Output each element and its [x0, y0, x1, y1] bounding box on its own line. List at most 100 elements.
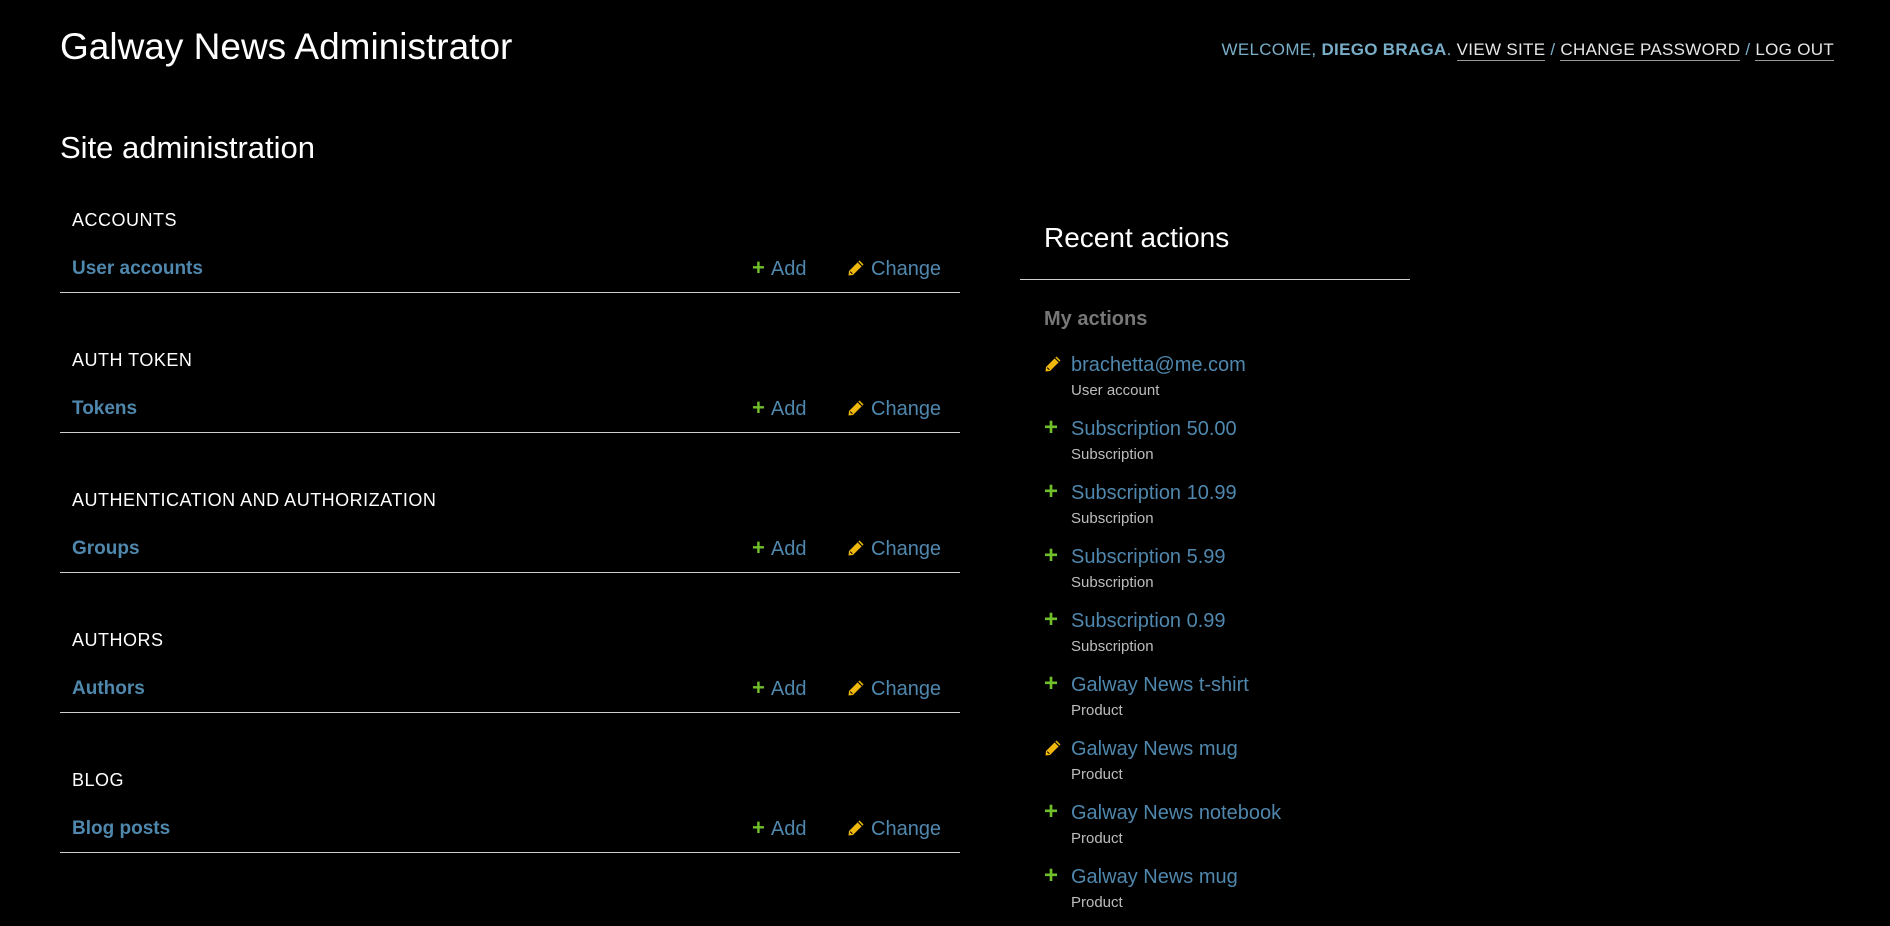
- plus-icon: +: [1044, 798, 1059, 825]
- action-content-type: Product: [1071, 766, 1123, 783]
- action-content-type: Product: [1071, 894, 1123, 911]
- module-caption[interactable]: ACCOUNTS: [72, 210, 177, 231]
- model-row: Tokens + Add Change: [60, 382, 960, 433]
- change-link[interactable]: Change: [847, 538, 941, 563]
- separator: /: [1745, 40, 1751, 59]
- separator: /: [1550, 40, 1556, 59]
- add-link[interactable]: + Add: [752, 535, 807, 561]
- action-link[interactable]: Galway News notebook: [1071, 802, 1281, 825]
- change-password-link[interactable]: CHANGE PASSWORD: [1560, 40, 1741, 61]
- action-item: + Galway News t-shirt Product: [1044, 670, 1404, 734]
- action-link[interactable]: Subscription 50.00: [1071, 418, 1237, 441]
- header: Galway News Administrator WELCOME, DIEGO…: [0, 0, 1890, 100]
- pencil-icon: [847, 679, 865, 703]
- change-label: Change: [871, 818, 942, 840]
- action-content-type: Product: [1071, 830, 1123, 847]
- app-module-list: ACCOUNTS User accounts + Add Change AUTH TOKE…: [60, 200, 960, 900]
- user-tools: WELCOME, DIEGO BRAGA. VIEW SITE / CHANGE…: [1221, 40, 1834, 61]
- action-content-type: Subscription: [1071, 574, 1154, 591]
- add-link[interactable]: + Add: [752, 255, 807, 281]
- action-list: brachetta@me.com User account + Subscriptio…: [1044, 350, 1404, 926]
- pencil-icon: [847, 819, 865, 843]
- plus-icon: +: [752, 395, 765, 420]
- model-row: Blog posts + Add Change: [60, 802, 960, 853]
- plus-icon: +: [1044, 478, 1059, 505]
- model-link[interactable]: Groups: [72, 538, 140, 560]
- action-item: + Subscription 10.99 Subscription: [1044, 478, 1404, 542]
- change-link[interactable]: Change: [847, 818, 941, 843]
- divider: [1020, 279, 1410, 280]
- action-link[interactable]: brachetta@me.com: [1071, 354, 1246, 377]
- action-link[interactable]: Subscription 5.99: [1071, 546, 1226, 569]
- plus-icon: +: [1044, 670, 1059, 697]
- model-link[interactable]: User accounts: [72, 258, 203, 280]
- plus-icon: +: [752, 255, 765, 280]
- change-label: Change: [871, 538, 942, 560]
- add-link[interactable]: + Add: [752, 395, 807, 421]
- action-link[interactable]: Subscription 0.99: [1071, 610, 1226, 633]
- add-link[interactable]: + Add: [752, 675, 807, 701]
- model-link[interactable]: Blog posts: [72, 818, 170, 840]
- action-item: + Subscription 0.99 Subscription: [1044, 606, 1404, 670]
- pencil-icon: [1044, 739, 1064, 759]
- plus-icon: +: [1044, 862, 1059, 889]
- change-label: Change: [871, 678, 942, 700]
- app-module: ACCOUNTS User accounts + Add Change: [60, 200, 960, 340]
- username: DIEGO BRAGA: [1321, 40, 1447, 59]
- action-content-type: User account: [1071, 382, 1160, 399]
- module-caption[interactable]: AUTHORS: [72, 630, 164, 651]
- add-label: Add: [770, 818, 807, 840]
- action-item: + Subscription 50.00 Subscription: [1044, 414, 1404, 478]
- action-item: + Subscription 5.99 Subscription: [1044, 542, 1404, 606]
- action-content-type: Subscription: [1071, 510, 1154, 527]
- pencil-icon: [847, 259, 865, 283]
- app-module: AUTH TOKEN Tokens + Add Change: [60, 340, 960, 480]
- app-module: AUTHORS Authors + Add Change: [60, 620, 960, 760]
- module-caption[interactable]: BLOG: [72, 770, 124, 791]
- add-label: Add: [770, 398, 807, 420]
- plus-icon: +: [1044, 542, 1059, 569]
- module-caption[interactable]: AUTH TOKEN: [72, 350, 192, 371]
- action-item: brachetta@me.com User account: [1044, 350, 1404, 414]
- model-row: Authors + Add Change: [60, 662, 960, 713]
- change-label: Change: [871, 258, 942, 280]
- my-actions-heading: My actions: [1044, 308, 1148, 330]
- action-item: + Galway News notebook Product: [1044, 798, 1404, 862]
- action-content-type: Subscription: [1071, 446, 1154, 463]
- plus-icon: +: [1044, 606, 1059, 633]
- page-title: Site administration: [60, 130, 316, 165]
- pencil-icon: [1044, 355, 1064, 375]
- change-link[interactable]: Change: [847, 678, 941, 703]
- model-link[interactable]: Tokens: [72, 398, 137, 420]
- model-link[interactable]: Authors: [72, 678, 145, 700]
- pencil-icon: [847, 399, 865, 423]
- plus-icon: +: [752, 815, 765, 840]
- plus-icon: +: [752, 675, 765, 700]
- add-link[interactable]: + Add: [752, 815, 807, 841]
- site-name[interactable]: Galway News Administrator: [60, 26, 512, 68]
- recent-actions-title: Recent actions: [1044, 222, 1230, 253]
- action-content-type: Subscription: [1071, 638, 1154, 655]
- pencil-icon: [847, 539, 865, 563]
- plus-icon: +: [752, 535, 765, 560]
- action-link[interactable]: Subscription 10.99: [1071, 482, 1237, 505]
- plus-icon: +: [1044, 414, 1059, 441]
- change-link[interactable]: Change: [847, 258, 941, 283]
- action-item: + Galway News mug Product: [1044, 862, 1404, 926]
- action-link[interactable]: Galway News mug: [1071, 738, 1238, 761]
- view-site-link[interactable]: VIEW SITE: [1456, 40, 1546, 61]
- add-label: Add: [770, 258, 807, 280]
- app-module: BLOG Blog posts + Add Change: [60, 760, 960, 900]
- log-out-link[interactable]: LOG OUT: [1755, 40, 1834, 61]
- action-item: Galway News mug Product: [1044, 734, 1404, 798]
- model-row: Groups + Add Change: [60, 522, 960, 573]
- change-link[interactable]: Change: [847, 398, 941, 423]
- action-content-type: Product: [1071, 702, 1123, 719]
- action-link[interactable]: Galway News mug: [1071, 866, 1238, 889]
- action-link[interactable]: Galway News t-shirt: [1071, 674, 1249, 697]
- welcome-text: WELCOME,: [1221, 40, 1317, 59]
- add-label: Add: [770, 678, 807, 700]
- model-row: User accounts + Add Change: [60, 242, 960, 293]
- add-label: Add: [770, 538, 807, 560]
- module-caption[interactable]: AUTHENTICATION AND AUTHORIZATION: [72, 490, 436, 511]
